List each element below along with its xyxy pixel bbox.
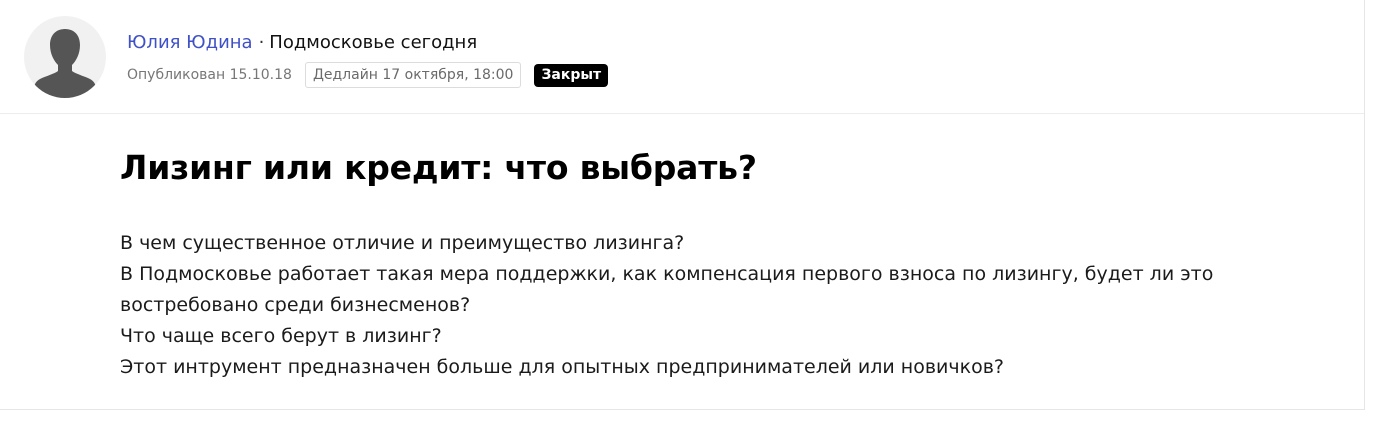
- author-line: Юлия Юдина · Подмосковье сегодня: [127, 31, 477, 55]
- request-card: Юлия Юдина · Подмосковье сегодня Опубликов…: [0, 0, 1365, 410]
- author-separator: ·: [258, 32, 265, 53]
- request-title: Лизинг или кредит: что выбрать?: [120, 148, 757, 187]
- published-date: Опубликован 15.10.18: [127, 67, 292, 83]
- request-body: В чем существенное отличие и преимуществ…: [120, 228, 1240, 383]
- body-line: востребовано среди бизнесменов?: [120, 294, 471, 316]
- page: Юлия Юдина · Подмосковье сегодня Опубликов…: [0, 0, 1380, 432]
- avatar[interactable]: [24, 16, 106, 98]
- person-silhouette-icon: [33, 29, 97, 98]
- author-name-link[interactable]: Юлия Юдина: [127, 32, 253, 53]
- request-content: Лизинг или кредит: что выбрать? В чем су…: [120, 146, 1240, 383]
- body-line: Этот интрумент предназначен больше для о…: [120, 356, 1005, 378]
- body-line: Что чаще всего берут в лизинг?: [120, 325, 442, 347]
- deadline-badge: Дедлайн 17 октября, 18:00: [304, 62, 522, 88]
- meta-line: Опубликован 15.10.18 Дедлайн 17 октября,…: [127, 62, 609, 88]
- request-header: Юлия Юдина · Подмосковье сегодня Опубликов…: [0, 0, 1364, 114]
- body-line: В чем существенное отличие и преимуществ…: [120, 232, 685, 254]
- body-line: В Подмосковье работает такая мера поддер…: [120, 263, 1214, 285]
- outlet-name[interactable]: Подмосковье сегодня: [269, 32, 477, 53]
- status-badge: Закрыт: [534, 63, 609, 87]
